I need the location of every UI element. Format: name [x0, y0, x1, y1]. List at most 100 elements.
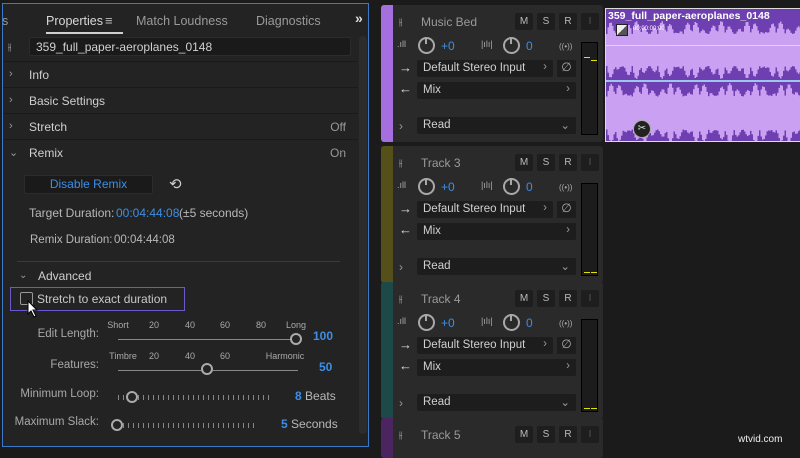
pan-value[interactable]: 0 — [526, 39, 533, 53]
features-value[interactable]: 50 — [319, 360, 332, 374]
target-duration-label: Target Duration: — [29, 206, 114, 220]
pan-knob[interactable] — [503, 37, 520, 54]
more-tabs-icon[interactable]: » — [355, 10, 363, 26]
clip-title: 359_full_paper-aeroplanes_0148 — [608, 10, 770, 22]
edit-length-thumb[interactable] — [290, 333, 302, 345]
chevron-right-icon: › — [566, 360, 570, 372]
audio-clip[interactable]: 359_full_paper-aeroplanes_0148 00:00:00:… — [605, 8, 800, 142]
record-arm-button[interactable]: R — [559, 290, 577, 307]
pan-knob[interactable] — [503, 314, 520, 331]
automation-select[interactable]: Read⌄ — [417, 394, 576, 411]
mute-button[interactable]: M — [515, 426, 533, 443]
pan-knob[interactable] — [503, 178, 520, 195]
tab-properties[interactable]: Properties — [46, 14, 103, 28]
solo-button[interactable]: S — [537, 290, 555, 307]
automation-select[interactable]: Read⌄ — [417, 117, 576, 134]
track-header: ⫲ Track 4 M S R I .ıll +0 |ılı| 0 ((•)) … — [381, 282, 603, 419]
edit-length-slider[interactable] — [118, 339, 298, 340]
track-color-strip — [381, 146, 393, 283]
mute-button[interactable]: M — [515, 154, 533, 171]
volume-value[interactable]: +0 — [441, 180, 455, 194]
pan-icon: |ılı| — [481, 316, 493, 326]
advanced-heading[interactable]: Advanced — [38, 269, 91, 283]
min-loop-slider[interactable] — [118, 395, 273, 400]
monitor-input-button[interactable]: I — [581, 154, 599, 171]
output-arrow-icon: ← — [399, 81, 412, 96]
clip-name-input[interactable]: 359_full_paper-aeroplanes_0148 — [29, 37, 351, 56]
chevron-right-icon[interactable]: › — [399, 396, 403, 410]
tab-partial[interactable]: s — [2, 14, 8, 28]
disable-remix-button[interactable]: Disable Remix — [24, 175, 153, 194]
broadcast-icon[interactable]: ((•)) — [559, 319, 572, 328]
monitor-input-button[interactable]: I — [581, 290, 599, 307]
chevron-right-icon: › — [566, 224, 570, 236]
section-remix[interactable]: ⌄RemixOn — [3, 139, 358, 165]
min-loop-value[interactable]: 8 — [295, 389, 302, 403]
max-slack-value[interactable]: 5 — [281, 417, 288, 431]
automation-select[interactable]: Read⌄ — [417, 258, 576, 275]
record-arm-button[interactable]: R — [559, 13, 577, 30]
record-arm-button[interactable]: R — [559, 154, 577, 171]
record-arm-button[interactable]: R — [559, 426, 577, 443]
solo-button[interactable]: S — [537, 13, 555, 30]
scrollbar[interactable] — [359, 36, 367, 434]
solo-button[interactable]: S — [537, 154, 555, 171]
pan-value[interactable]: 0 — [526, 180, 533, 194]
max-slack-slider[interactable] — [118, 423, 258, 428]
slider-tick-label: 40 — [185, 351, 195, 361]
slider-tick-label: Timbre — [109, 351, 137, 361]
monitor-input-button[interactable]: I — [581, 13, 599, 30]
track-name[interactable]: Music Bed — [421, 15, 477, 29]
reset-icon[interactable]: ⟲ — [169, 175, 182, 193]
volume-value[interactable]: +0 — [441, 316, 455, 330]
chevron-right-icon[interactable]: › — [399, 119, 403, 133]
output-select[interactable]: Mix› — [417, 223, 576, 240]
output-select[interactable]: Mix› — [417, 82, 576, 99]
clip-timecode: 00:00:00:00 — [633, 26, 665, 32]
tab-diagnostics[interactable]: Diagnostics — [256, 14, 321, 28]
section-basic-settings[interactable]: ›Basic Settings — [3, 87, 358, 113]
track-name[interactable]: Track 5 — [421, 428, 461, 442]
volume-knob[interactable] — [418, 178, 435, 195]
input-select[interactable]: Default Stereo Input› — [417, 201, 553, 218]
chevron-down-icon[interactable]: ⌄ — [19, 270, 27, 281]
track-name[interactable]: Track 4 — [421, 292, 461, 306]
target-duration-value[interactable]: 00:04:44:08 — [116, 206, 179, 220]
phase-invert-button[interactable]: ∅ — [557, 60, 576, 77]
input-arrow-icon: → — [399, 201, 412, 216]
input-select[interactable]: Default Stereo Input› — [417, 60, 553, 77]
chevron-right-icon: › — [9, 68, 13, 80]
section-stretch[interactable]: ›StretchOff — [3, 113, 358, 139]
chevron-down-icon: ⌄ — [560, 259, 570, 273]
broadcast-icon[interactable]: ((•)) — [559, 42, 572, 51]
volume-knob[interactable] — [418, 314, 435, 331]
max-slack-label: Maximum Slack: — [15, 416, 99, 428]
min-loop-thumb[interactable] — [126, 391, 138, 403]
max-slack-thumb[interactable] — [111, 419, 123, 431]
track-name[interactable]: Track 3 — [421, 156, 461, 170]
phase-invert-button[interactable]: ∅ — [557, 201, 576, 218]
features-thumb[interactable] — [201, 363, 213, 375]
input-select[interactable]: Default Stereo Input› — [417, 337, 553, 354]
volume-value[interactable]: +0 — [441, 39, 455, 53]
output-select[interactable]: Mix› — [417, 359, 576, 376]
monitor-input-button[interactable]: I — [581, 426, 599, 443]
max-slack-unit: Seconds — [291, 417, 338, 431]
phase-invert-button[interactable]: ∅ — [557, 337, 576, 354]
solo-button[interactable]: S — [537, 426, 555, 443]
waveform-icon: ⫲ — [399, 17, 402, 28]
edit-length-value[interactable]: 100 — [313, 329, 333, 343]
broadcast-icon[interactable]: ((•)) — [559, 183, 572, 192]
mute-button[interactable]: M — [515, 13, 533, 30]
mute-button[interactable]: M — [515, 290, 533, 307]
tab-match-loudness[interactable]: Match Loudness — [136, 14, 228, 28]
chevron-right-icon[interactable]: › — [399, 260, 403, 274]
level-meter — [581, 183, 598, 276]
fade-handle-icon[interactable] — [616, 24, 628, 36]
slider-tick-label: 20 — [149, 320, 159, 330]
volume-knob[interactable] — [418, 37, 435, 54]
section-info[interactable]: ›Info — [3, 61, 358, 87]
panel-menu-icon[interactable]: ≡ — [105, 13, 113, 28]
pan-value[interactable]: 0 — [526, 316, 533, 330]
remix-badge-icon[interactable]: ✂ — [633, 120, 651, 138]
